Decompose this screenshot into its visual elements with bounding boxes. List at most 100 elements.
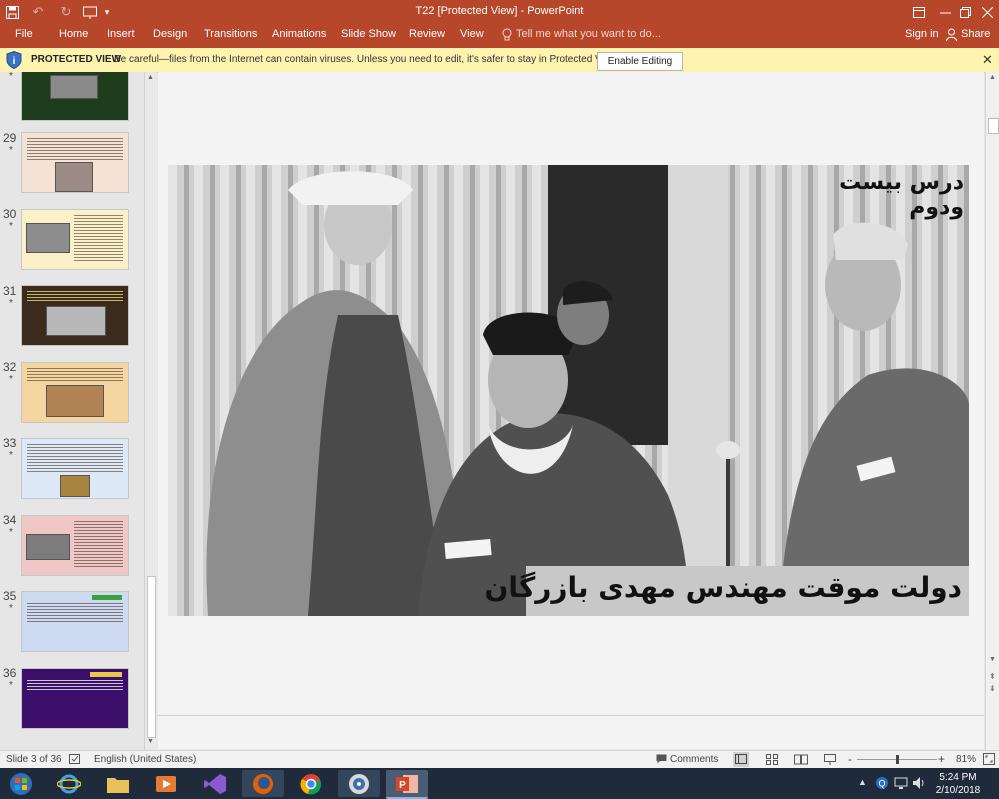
slide-thumbnail[interactable] [21, 668, 129, 729]
powerpoint-taskbar-icon[interactable]: P [386, 770, 428, 799]
tab-insert[interactable]: Insert [107, 28, 135, 44]
thumb-animation-star: * [9, 680, 13, 691]
firefox-icon[interactable] [242, 770, 284, 797]
svg-text:P: P [399, 780, 406, 791]
zoom-level[interactable]: 81% [956, 754, 976, 765]
tell-me-input[interactable]: Tell me what you want to do... [516, 28, 661, 40]
zoom-out-button[interactable]: - [848, 752, 852, 766]
windows-start-icon[interactable] [0, 770, 42, 797]
slide-scrollbar[interactable]: ▲ ▼ ⇞ ⇟ [985, 72, 999, 750]
normal-view-icon[interactable] [733, 752, 749, 767]
tab-review[interactable]: Review [409, 28, 445, 44]
chrome-icon[interactable] [290, 770, 332, 797]
notes-pane[interactable] [158, 716, 984, 749]
previous-slide-icon[interactable]: ⇞ [989, 672, 996, 681]
protected-view-bar: i PROTECTED VIEW Be careful—files from t… [0, 48, 999, 73]
tab-file[interactable]: File [15, 28, 33, 44]
share-person-icon [946, 28, 958, 42]
tab-slide-show[interactable]: Slide Show [341, 28, 396, 44]
thumb-animation-star: * [9, 450, 13, 461]
comments-button[interactable]: Comments [670, 754, 718, 765]
svg-text:i: i [13, 56, 16, 67]
tab-animations[interactable]: Animations [272, 28, 326, 44]
zoom-slider[interactable] [857, 755, 937, 764]
slide-thumbnail[interactable] [21, 209, 129, 270]
slide-canvas[interactable]: درس بیست ودوم دولت موقت مهندس مهدی بازرگ… [168, 165, 969, 616]
window-title: T22 [Protected View] - PowerPoint [415, 5, 584, 17]
ribbon-display-options-icon[interactable] [908, 2, 930, 22]
thumb-number: 31 [3, 284, 17, 298]
slide-sorter-icon[interactable] [764, 752, 780, 767]
slide-thumbnail[interactable] [21, 362, 129, 423]
thumb-number: 30 [3, 207, 17, 221]
tab-home[interactable]: Home [59, 28, 88, 44]
thumb-number: 32 [3, 360, 17, 374]
slide-thumbnail[interactable] [21, 132, 129, 193]
thumb-animation-star: * [9, 603, 13, 614]
scroll-down-icon[interactable]: ▼ [989, 656, 996, 663]
close-window-icon[interactable] [976, 2, 998, 22]
thumb-animation-star: * [9, 527, 13, 538]
restore-icon[interactable] [954, 2, 976, 22]
thumb-animation-star: * [9, 72, 13, 82]
scroll-up-icon[interactable]: ▲ [989, 74, 996, 81]
scroll-up-icon[interactable]: ▲ [147, 74, 154, 81]
thumb-number: 36 [3, 666, 17, 680]
thumb-animation-star: * [9, 374, 13, 385]
slide-indicator: Slide 3 of 36 [6, 754, 62, 765]
internet-explorer-icon[interactable] [48, 770, 90, 797]
comments-icon[interactable] [656, 754, 668, 765]
thumb-animation-star: * [9, 298, 13, 309]
slide-thumbnail[interactable] [21, 515, 129, 576]
title-bar: ↶ ↻ ▾ T22 [Protected View] - PowerPoint [0, 0, 999, 24]
slide-thumbnail[interactable] [21, 285, 129, 346]
share-button[interactable]: Share [961, 28, 990, 44]
reading-view-icon[interactable] [793, 752, 809, 767]
protected-view-title: PROTECTED VIEW [31, 54, 122, 65]
slide-thumbnail[interactable] [21, 591, 129, 652]
tab-transitions[interactable]: Transitions [204, 28, 257, 44]
language-indicator[interactable]: English (United States) [94, 754, 196, 765]
thumb-number: 35 [3, 589, 17, 603]
enable-editing-button[interactable]: Enable Editing [597, 52, 683, 71]
slide-show-icon[interactable] [822, 752, 838, 767]
thumb-animation-star: * [9, 145, 13, 156]
spell-check-icon[interactable] [69, 753, 81, 765]
sign-in-link[interactable]: Sign in [905, 28, 939, 44]
next-slide-icon[interactable]: ⇟ [989, 684, 996, 693]
thumbnail-scrollbar[interactable]: ▲ ▼ [144, 72, 157, 750]
slide-photo [168, 165, 969, 616]
slide-thumbnail[interactable] [21, 72, 129, 121]
minimize-icon[interactable] [934, 2, 956, 22]
shield-icon: i [6, 50, 22, 70]
tab-design[interactable]: Design [153, 28, 187, 44]
ribbon-tabs: File Home Insert Design Transitions Anim… [0, 24, 999, 48]
visual-studio-icon[interactable] [194, 770, 236, 797]
close-icon[interactable]: ✕ [982, 52, 993, 68]
zoom-in-button[interactable]: + [938, 752, 945, 766]
scrollbar-handle[interactable] [988, 118, 999, 134]
slide-title[interactable]: درس بیست ودوم [778, 170, 964, 220]
show-hidden-icons-icon[interactable]: ▲ [858, 777, 867, 787]
scroll-down-icon[interactable]: ▼ [147, 738, 154, 745]
fit-slide-icon[interactable] [983, 753, 995, 765]
slide-thumbnail-pane: * 29 * 30 * 31 * 32 * 33 * 34 * 35 * 36 … [0, 72, 156, 750]
network-icon[interactable] [894, 776, 908, 790]
zoom-slider-handle[interactable] [896, 755, 899, 764]
file-explorer-icon[interactable] [97, 770, 139, 797]
media-player-icon[interactable] [145, 770, 187, 797]
tab-view[interactable]: View [460, 28, 484, 44]
media-app-icon[interactable] [338, 770, 380, 797]
slide-thumbnail[interactable] [21, 438, 129, 499]
thumb-animation-star: * [9, 221, 13, 232]
svg-text:Q: Q [878, 779, 885, 789]
security-tray-icon[interactable]: Q [875, 776, 889, 790]
status-bar: Slide 3 of 36 English (United States) Co… [0, 750, 999, 769]
slide-subtitle[interactable]: دولت موقت مهندس مهدی بازرگان [485, 571, 962, 604]
clock-date[interactable]: 2/10/2018 [928, 785, 988, 796]
thumb-number: 33 [3, 436, 17, 450]
volume-icon[interactable] [912, 776, 926, 790]
clock-time[interactable]: 5:24 PM [928, 772, 988, 783]
scrollbar-handle[interactable] [147, 576, 156, 738]
protected-view-message: Be careful—files from the Internet can c… [114, 54, 619, 65]
